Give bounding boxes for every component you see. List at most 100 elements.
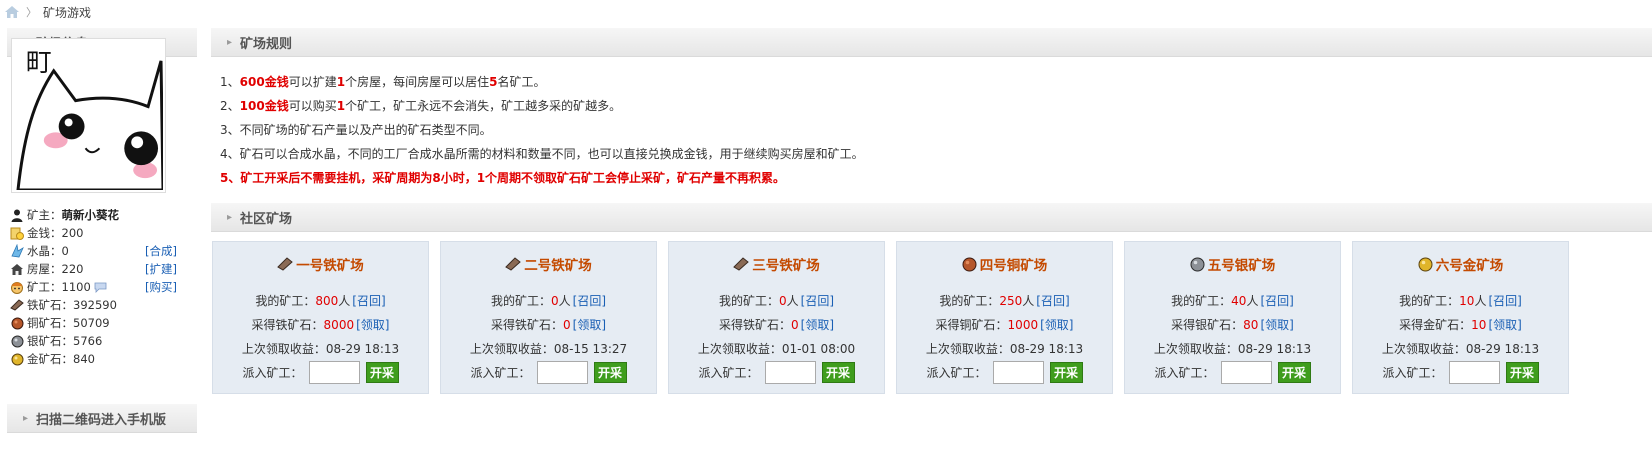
workers-value: 800 xyxy=(315,294,339,308)
avatar: 町 xyxy=(11,38,166,193)
mine-title: 四号铜矿场 xyxy=(897,254,1112,274)
start-mining-button[interactable]: 开采 xyxy=(1505,362,1539,383)
rule-5: 5、矿工开采后不需要挂机，采矿周期为8小时，1个周期不领取矿石矿工会停止采矿，矿… xyxy=(220,171,786,185)
breadcrumb: 〉 矿场游戏 xyxy=(4,3,91,21)
dispatch-input[interactable] xyxy=(536,361,588,384)
mine-name[interactable]: 二号铁矿场 xyxy=(524,254,592,274)
recall-link[interactable]: [召回] xyxy=(352,294,385,308)
synthesize-link[interactable]: [合成] xyxy=(145,243,177,259)
ore-value: 0 xyxy=(563,318,571,332)
label: 上次领取收益： xyxy=(925,342,1010,356)
mine-name[interactable]: 一号铁矿场 xyxy=(296,254,364,274)
last-claim-line: 上次领取收益：01-01 08:00 xyxy=(669,340,884,357)
claim-link[interactable]: [领取] xyxy=(1488,318,1521,332)
claim-link[interactable]: [领取] xyxy=(1040,318,1073,332)
goldore-value: 840 xyxy=(73,352,95,366)
label: 采得金矿石： xyxy=(1399,318,1472,332)
expand-link[interactable]: [扩建] xyxy=(145,261,177,277)
iron-value: 392590 xyxy=(73,298,117,312)
arrow-icon: ▸ xyxy=(227,36,233,48)
start-mining-button[interactable]: 开采 xyxy=(365,362,399,383)
worker-icon xyxy=(10,280,24,294)
copper-ore-icon xyxy=(10,316,24,330)
start-mining-button[interactable]: 开采 xyxy=(1049,362,1083,383)
stat-copper: 铜矿石： 50709 xyxy=(10,314,190,332)
label: 采得铁矿石： xyxy=(718,318,791,332)
rules-list: 1、600金钱可以扩建1个房屋，每间房屋可以居住5名矿工。 2、100金钱可以购… xyxy=(211,57,1652,190)
stat-silver: 银矿石： 5766 xyxy=(10,332,190,350)
gold-value: 200 xyxy=(61,226,84,240)
my-workers-line: 我的矿工：250人 [召回] xyxy=(897,292,1112,309)
start-mining-button[interactable]: 开采 xyxy=(593,362,627,383)
claim-link[interactable]: [领取] xyxy=(1260,318,1293,332)
last-claim-time: 08-29 18:13 xyxy=(1465,342,1540,356)
rule-3: 3、不同矿场的矿石产量以及产出的矿石类型不同。 xyxy=(220,123,492,137)
crystal-value: 0 xyxy=(61,244,69,258)
dispatch-label: 派入矿工： xyxy=(1154,366,1215,380)
gold-ore-icon xyxy=(1418,257,1433,272)
workers-value: 250 xyxy=(999,294,1023,308)
dispatch-input[interactable] xyxy=(992,361,1044,384)
label: 上次领取收益： xyxy=(697,342,782,356)
stat-owner: 矿主： 萌新小葵花 xyxy=(10,206,190,224)
dispatch-row: 派入矿工： 开采 xyxy=(1353,361,1568,384)
dispatch-input[interactable] xyxy=(764,361,816,384)
stat-house: 房屋： 220 [扩建] xyxy=(10,260,190,278)
label: 我的矿工： xyxy=(718,294,779,308)
ore-value: 10 xyxy=(1471,318,1487,332)
stat-label: 矿主： xyxy=(27,208,62,222)
stat-label: 金矿石： xyxy=(27,352,73,366)
rule-2: 2、100金钱可以购买1个矿工，矿工永远不会消失，矿工越多采的矿越多。 xyxy=(220,94,1652,118)
start-mining-button[interactable]: 开采 xyxy=(821,362,855,383)
chat-bubble-icon[interactable] xyxy=(94,282,107,293)
dispatch-input[interactable] xyxy=(1448,361,1500,384)
label: 上次领取收益： xyxy=(469,342,554,356)
stat-label: 铁矿石： xyxy=(27,298,73,312)
mine-cards: 一号铁矿场 我的矿工：800人 [召回] 采得铁矿石：8000 [领取] 上次领取收… xyxy=(212,241,1569,394)
recall-link[interactable]: [召回] xyxy=(1260,294,1293,308)
start-mining-button[interactable]: 开采 xyxy=(1277,362,1311,383)
dispatch-label: 派入矿工： xyxy=(926,366,987,380)
mine-name[interactable]: 四号铜矿场 xyxy=(980,254,1048,274)
qr-title: 扫描二维码进入手机版 xyxy=(36,412,167,428)
label: 采得铜矿石： xyxy=(935,318,1008,332)
rule-text: 个房屋，每间房屋可以居住 xyxy=(345,75,490,89)
mine-name[interactable]: 五号银矿场 xyxy=(1208,254,1276,274)
dispatch-input[interactable] xyxy=(1220,361,1272,384)
mines-header: ▸ 社区矿场 xyxy=(211,203,1652,232)
rule-highlight: 1 xyxy=(336,75,346,89)
recall-link[interactable]: [召回] xyxy=(573,294,606,308)
last-claim-line: 上次领取收益：08-29 18:13 xyxy=(897,340,1112,357)
qr-header[interactable]: ▸ 扫描二维码进入手机版 xyxy=(7,404,197,433)
mines-title: 社区矿场 xyxy=(240,211,293,227)
dispatch-input[interactable] xyxy=(308,361,360,384)
arrow-icon: ▸ xyxy=(227,211,233,223)
worker-value: 1100 xyxy=(61,280,91,294)
chevron-right-icon: 〉 xyxy=(26,6,37,19)
rules-header: ▸ 矿场规则 xyxy=(211,28,1652,57)
owner-name: 萌新小葵花 xyxy=(61,208,120,222)
dispatch-row: 派入矿工： 开采 xyxy=(213,361,428,384)
copper-value: 50709 xyxy=(73,316,110,330)
iron-ore-icon xyxy=(277,257,294,271)
home-icon[interactable] xyxy=(4,5,20,19)
stat-worker: 矿工： 1100 [购买] xyxy=(10,278,190,296)
claim-link[interactable]: [领取] xyxy=(801,318,834,332)
recall-link[interactable]: [召回] xyxy=(1488,294,1521,308)
ore-value: 1000 xyxy=(1007,318,1039,332)
mine-card: 六号金矿场 我的矿工：10人 [召回] 采得金矿石：10 [领取] 上次领取收益：0… xyxy=(1352,241,1569,394)
recall-link[interactable]: [召回] xyxy=(801,294,834,308)
breadcrumb-current[interactable]: 矿场游戏 xyxy=(43,4,91,21)
claim-link[interactable]: [领取] xyxy=(573,318,606,332)
unit: 人 xyxy=(1246,294,1259,308)
house-icon xyxy=(10,262,24,276)
mine-name[interactable]: 六号金矿场 xyxy=(1436,254,1504,274)
label: 我的矿工： xyxy=(1171,294,1232,308)
recall-link[interactable]: [召回] xyxy=(1036,294,1069,308)
buy-link[interactable]: [购买] xyxy=(145,279,177,295)
claim-link[interactable]: [领取] xyxy=(356,318,389,332)
mine-title: 三号铁矿场 xyxy=(669,254,884,274)
mine-name[interactable]: 三号铁矿场 xyxy=(752,254,820,274)
mine-title: 二号铁矿场 xyxy=(441,254,656,274)
stat-label: 水晶： xyxy=(27,244,62,258)
